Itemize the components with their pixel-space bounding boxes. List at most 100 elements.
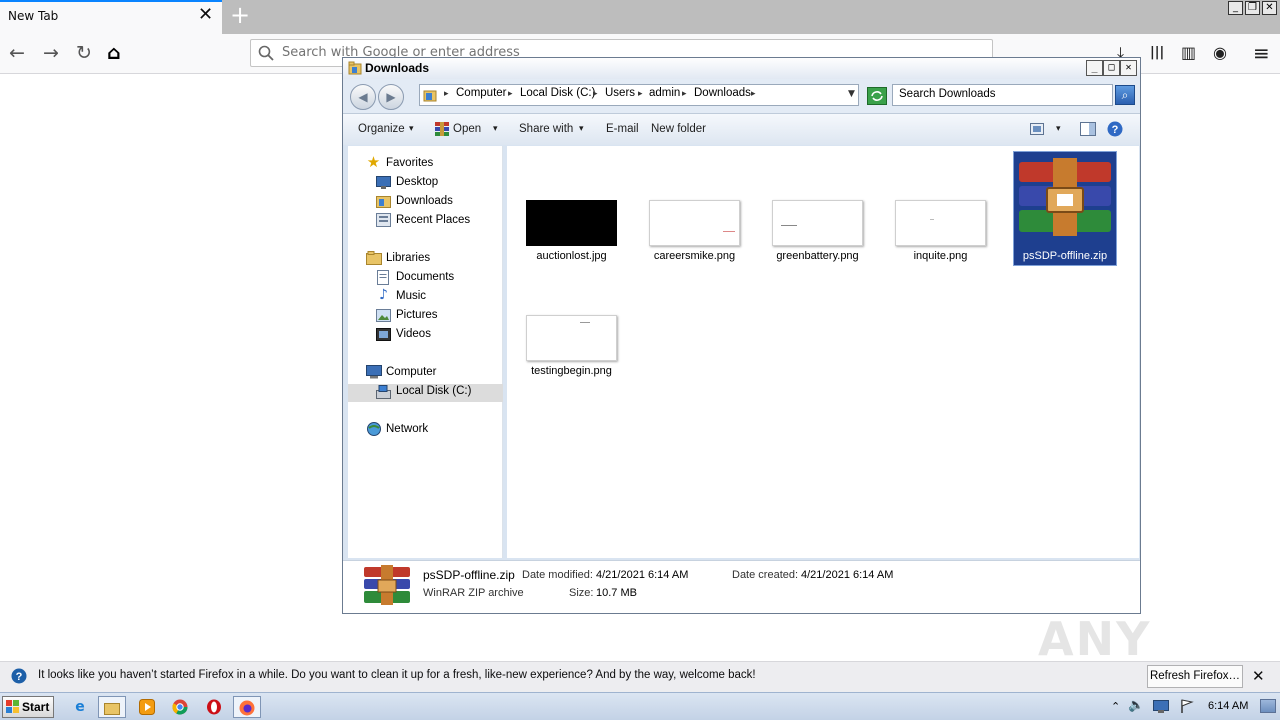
email-button[interactable]: E-mail (606, 123, 639, 135)
menu-icon[interactable]: ≡ (1253, 42, 1270, 64)
show-desktop-button[interactable] (1260, 699, 1276, 713)
winrar-small-icon (435, 122, 449, 136)
nav-downloads[interactable]: Downloads (396, 195, 453, 207)
breadcrumb-admin[interactable]: admin (649, 87, 680, 99)
open-button[interactable]: Open (453, 123, 481, 135)
details-size-value: 10.7 MB (596, 587, 637, 599)
nav-libraries[interactable]: Libraries (386, 252, 430, 264)
file-thumbnail[interactable] (895, 200, 986, 246)
organize-button[interactable]: Organize (358, 123, 405, 135)
nav-music[interactable]: Music (396, 290, 426, 302)
explorer-taskbar-icon[interactable] (98, 696, 126, 718)
preview-pane-icon[interactable] (1080, 122, 1096, 136)
breadcrumb-computer[interactable]: Computer (456, 87, 507, 99)
file-name[interactable]: testingbegin.png (510, 365, 633, 377)
breadcrumb-downloads[interactable]: Downloads (694, 87, 751, 99)
action-center-flag-icon[interactable] (1180, 699, 1194, 713)
breadcrumb-separator[interactable]: ▸ (682, 87, 687, 101)
file-thumbnail[interactable] (649, 200, 740, 246)
explorer-maximize-button[interactable]: □ (1103, 60, 1120, 76)
media-player-icon[interactable] (133, 696, 161, 718)
svg-text:?: ? (16, 671, 23, 683)
nav-computer[interactable]: Computer (386, 366, 437, 378)
computer-icon (366, 365, 382, 379)
share-with-button[interactable]: Share with (519, 123, 573, 135)
details-created-value: 4/21/2021 6:14 AM (801, 569, 894, 581)
account-icon[interactable]: ◉ (1213, 42, 1227, 64)
nav-pictures[interactable]: Pictures (396, 309, 438, 321)
browser-minimize-button[interactable]: _ (1228, 1, 1243, 15)
nav-network[interactable]: Network (386, 423, 428, 435)
breadcrumb-separator[interactable]: ▸ (751, 87, 756, 101)
file-name[interactable]: greenbattery.png (756, 250, 879, 262)
browser-close-button[interactable]: ✕ (1262, 1, 1277, 15)
organize-dropdown-icon[interactable]: ▾ (409, 123, 414, 134)
nav-local-disk[interactable]: Local Disk (C:) (396, 385, 471, 397)
open-dropdown-icon[interactable]: ▾ (493, 123, 498, 134)
explorer-title-bar[interactable] (343, 58, 1140, 79)
forward-icon[interactable]: → (43, 42, 59, 64)
breadcrumb-local-disk[interactable]: Local Disk (C:) (520, 87, 595, 99)
file-name[interactable]: careersmike.png (633, 250, 756, 262)
refresh-icon[interactable] (867, 87, 887, 105)
explorer-forward-icon[interactable]: ▶ (378, 84, 404, 110)
nav-recent-places[interactable]: Recent Places (396, 214, 470, 226)
change-view-icon[interactable] (1030, 123, 1044, 135)
explorer-title: Downloads (365, 61, 430, 75)
search-go-icon[interactable]: ⌕ (1115, 85, 1135, 105)
back-icon[interactable]: ← (9, 42, 25, 64)
explorer-close-button[interactable]: ✕ (1120, 60, 1137, 76)
firefox-taskbar-icon[interactable] (233, 696, 261, 718)
breadcrumb-separator[interactable]: ▸ (444, 87, 449, 101)
explorer-minimize-button[interactable]: _ (1086, 60, 1103, 76)
file-thumbnail[interactable] (772, 200, 863, 246)
nav-favorites[interactable]: Favorites (386, 157, 433, 169)
details-type: WinRAR ZIP archive (423, 587, 524, 599)
tab-title: New Tab (8, 9, 59, 23)
file-name-selected[interactable]: psSDP-offline.zip (1013, 250, 1117, 262)
file-name[interactable]: inquite.png (879, 250, 1002, 262)
new-folder-button[interactable]: New folder (651, 123, 706, 135)
library-icon[interactable]: ||| (1150, 42, 1164, 64)
show-hidden-icons[interactable]: ⌃ (1111, 700, 1120, 713)
breadcrumb-separator[interactable]: ▸ (638, 87, 643, 101)
chrome-icon[interactable] (166, 696, 194, 718)
file-thumbnail[interactable] (526, 315, 617, 361)
explorer-back-icon[interactable]: ◀ (350, 84, 376, 110)
start-label: Start (22, 700, 50, 714)
clock[interactable]: 6:14 AM (1208, 700, 1248, 712)
home-icon[interactable]: ⌂ (107, 42, 121, 64)
refresh-firefox-button[interactable]: Refresh Firefox… (1147, 665, 1243, 688)
nav-desktop[interactable]: Desktop (396, 176, 438, 188)
svg-text:?: ? (1112, 124, 1119, 136)
videos-icon (376, 328, 391, 341)
sidebar-icon[interactable]: ▥ (1181, 42, 1196, 64)
file-thumbnail[interactable] (526, 200, 617, 246)
details-file-name: psSDP-offline.zip (423, 568, 515, 582)
view-dropdown-icon[interactable]: ▾ (1056, 123, 1061, 134)
details-size-label: Size: (569, 587, 594, 599)
file-name[interactable]: auctionlost.jpg (510, 250, 633, 262)
reload-icon[interactable]: ↻ (76, 42, 92, 64)
new-tab-icon[interactable]: + (230, 3, 250, 27)
breadcrumb-separator[interactable]: ▸ (593, 87, 598, 101)
breadcrumb-users[interactable]: Users (605, 87, 635, 99)
history-dropdown-icon[interactable]: ▼ (848, 87, 855, 101)
opera-icon[interactable] (200, 696, 228, 718)
help-icon[interactable]: ? (1107, 121, 1123, 137)
share-dropdown-icon[interactable]: ▾ (579, 123, 584, 134)
tab-close-icon[interactable]: ✕ (198, 6, 213, 24)
network-tray-icon[interactable] (1153, 700, 1169, 713)
breadcrumb-separator[interactable]: ▸ (508, 87, 513, 101)
pictures-icon (376, 309, 391, 322)
browser-restore-button[interactable]: ❐ (1245, 1, 1260, 15)
nav-documents[interactable]: Documents (396, 271, 454, 283)
notification-close-icon[interactable]: ✕ (1252, 668, 1265, 684)
network-icon (367, 422, 381, 436)
ie-icon[interactable]: e (66, 696, 94, 718)
local-disk-icon (376, 385, 391, 399)
volume-icon[interactable]: 🔈 (1128, 698, 1144, 713)
nav-videos[interactable]: Videos (396, 328, 431, 340)
details-modified-value: 4/21/2021 6:14 AM (596, 569, 689, 581)
winrar-archive-icon (1019, 158, 1111, 236)
